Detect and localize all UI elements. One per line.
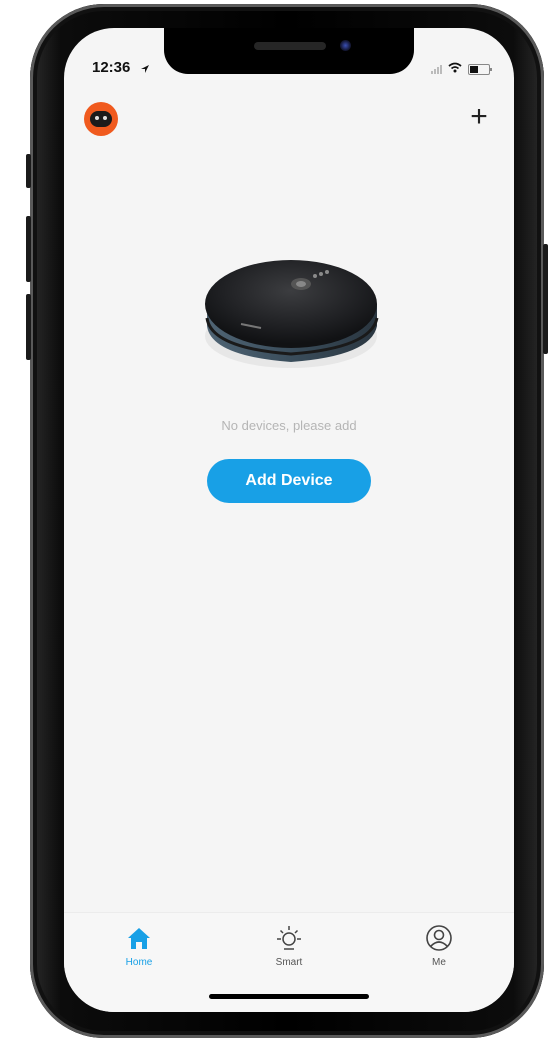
tab-label: Home — [125, 957, 153, 968]
plus-icon[interactable]: + — [464, 102, 494, 132]
notch — [164, 28, 414, 74]
home-icon — [124, 923, 154, 953]
user-icon — [424, 923, 454, 953]
wifi-icon — [448, 60, 462, 78]
app-screen: 12:36 + No devices, please add Add Devic… — [64, 28, 514, 1012]
signal-icon — [431, 64, 442, 74]
add-device-button[interactable]: Add Device — [207, 459, 371, 503]
speaker-grille — [254, 42, 326, 50]
battery-icon — [468, 63, 492, 75]
tab-me[interactable]: Me — [399, 923, 479, 973]
tab-home[interactable]: Home — [99, 923, 179, 973]
status-time: 12:36 — [92, 59, 131, 76]
side-button-left-2 — [26, 216, 31, 282]
tab-label: Smart — [275, 957, 303, 968]
side-button-left-3 — [26, 294, 31, 360]
front-camera — [340, 40, 351, 51]
status-icons — [431, 60, 492, 78]
empty-state-text: No devices, please add — [221, 418, 357, 433]
home-indicator[interactable] — [209, 994, 369, 999]
side-button-right — [543, 244, 548, 354]
robot-avatar-icon[interactable] — [84, 102, 118, 136]
tab-label: Me — [432, 957, 446, 968]
robot-vacuum-image — [201, 252, 381, 372]
side-button-left-1 — [26, 154, 31, 188]
location-arrow-icon — [140, 61, 150, 79]
tab-smart[interactable]: Smart — [249, 923, 329, 973]
sun-icon — [274, 923, 304, 953]
